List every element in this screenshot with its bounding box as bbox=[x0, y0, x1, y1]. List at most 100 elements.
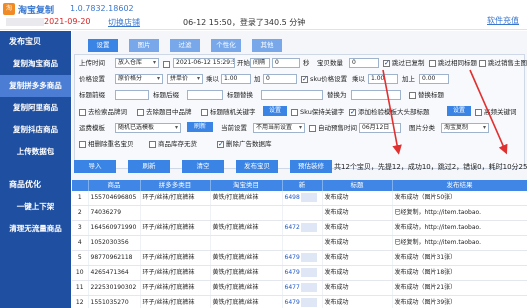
table-row[interactable]: 10 4265471364 环子/丝袜/打底裤袜 黄铁/打底裤/丝袜 6479 发布成功 发… bbox=[72, 265, 527, 282]
switch-store-link[interactable]: 切换店铺 bbox=[108, 17, 140, 28]
current-setting-select[interactable]: 不用当前设置 bbox=[253, 123, 305, 133]
interval-mode-field[interactable]: 间隔 bbox=[250, 58, 270, 68]
table-row[interactable]: 4 1052030356 发布成功 已经复制，http://item.taobao. bbox=[72, 235, 527, 252]
replace-title-option[interactable]: 替换标题 bbox=[409, 90, 444, 100]
out-of-stock-option[interactable]: 商品库存无货 bbox=[149, 139, 197, 149]
delete-duplicate-checkbox[interactable] bbox=[79, 140, 86, 148]
user-info: 2021-09-20 bbox=[6, 17, 91, 26]
sidebar-item-copy-douyin[interactable]: 复制抖店商品 bbox=[0, 119, 71, 141]
keyword-settings-button[interactable]: 设置 bbox=[263, 106, 287, 116]
col-index-header[interactable] bbox=[72, 180, 89, 191]
price-base-select[interactable]: 拼单价 bbox=[167, 74, 203, 84]
replace-title-checkbox[interactable] bbox=[409, 91, 416, 99]
sku-keyword-option[interactable]: Sku保持关键字 bbox=[291, 107, 344, 117]
upload-mode-select[interactable]: 放入仓库 bbox=[115, 58, 159, 68]
header-template-checkbox[interactable] bbox=[349, 107, 356, 117]
sku-multiply-field[interactable]: 1.00 bbox=[368, 74, 398, 84]
refresh-template-button[interactable]: 刷新 bbox=[187, 122, 213, 132]
sku-add-field[interactable]: 0.00 bbox=[419, 74, 449, 84]
tab-settings[interactable]: 设置 bbox=[88, 39, 118, 52]
table-row[interactable]: 11 222530190302 环子/丝袜/打底裤袜 黄铁/打底裤/丝袜 6477 发布成… bbox=[72, 280, 527, 297]
tab-images[interactable]: 图片 bbox=[129, 39, 159, 52]
jump-copied-checkbox[interactable] bbox=[383, 58, 390, 68]
auto-presale-checkbox[interactable] bbox=[309, 124, 316, 132]
col-goods-header[interactable]: 商品 bbox=[88, 180, 141, 191]
multiply-field[interactable]: 1.00 bbox=[221, 74, 251, 84]
sku-price-option[interactable]: sku价格设置 bbox=[301, 74, 347, 84]
header-template-option[interactable]: 添加检验模板大头部标题 bbox=[349, 107, 430, 117]
publish-button[interactable]: 发布宝贝 bbox=[236, 160, 278, 173]
delete-ads-checkbox[interactable] bbox=[217, 139, 224, 149]
clear-button[interactable]: 清空 bbox=[182, 160, 224, 173]
remove-brand-option[interactable]: 去除题目中品牌 bbox=[137, 107, 192, 117]
hot-keyword-checkbox[interactable] bbox=[475, 108, 482, 116]
refresh-button[interactable]: 刷新 bbox=[128, 160, 170, 173]
quantity-field[interactable]: 0 bbox=[349, 58, 379, 68]
upload-time-field[interactable]: 2021-06-12 15:29:50 bbox=[173, 58, 235, 68]
delete-ads-option[interactable]: 删除广告数据库 bbox=[217, 139, 272, 149]
import-button[interactable]: 导入 bbox=[74, 160, 116, 173]
tab-other[interactable]: 其他 bbox=[252, 39, 282, 52]
upload-time-checkbox[interactable] bbox=[163, 60, 170, 68]
row-title: 发布成功 bbox=[322, 220, 393, 237]
row-title-text: 发布成功 bbox=[324, 239, 349, 247]
sidebar-item-clean-no-traffic[interactable]: 清理无流量商品 bbox=[0, 218, 71, 240]
delete-duplicate-option[interactable]: 相删除重名宝贝 bbox=[79, 139, 134, 149]
remove-brand-checkbox[interactable] bbox=[137, 108, 144, 116]
hot-keyword-option[interactable]: 高频关键词 bbox=[475, 107, 517, 117]
interval-field[interactable]: 0 bbox=[272, 58, 300, 68]
title-prefix-field[interactable] bbox=[115, 90, 149, 100]
freight-template-select[interactable]: 随机已选模板 bbox=[115, 123, 181, 133]
sku-keyword-checkbox[interactable] bbox=[291, 108, 298, 116]
col-pdd-category-header[interactable]: 拼多多类目 bbox=[140, 180, 211, 191]
table-row[interactable]: 2 74036279 发布成功 已经复制，http://item.taobao. bbox=[72, 205, 527, 222]
brand-word-option[interactable]: 去检索品牌词 bbox=[79, 107, 127, 117]
row-title: 发布成功 bbox=[322, 250, 393, 267]
out-of-stock-checkbox[interactable] bbox=[149, 140, 156, 148]
tab-personalize[interactable]: 个性化 bbox=[211, 39, 241, 52]
estimate-button[interactable]: 预估装修 bbox=[290, 160, 332, 173]
tab-filter[interactable]: 过滤 bbox=[170, 39, 200, 52]
sidebar-item-copy-alibaba[interactable]: 复制阿里商品 bbox=[0, 97, 71, 119]
table-row[interactable]: 3 164560971990 环子/丝袜/打底裤袜 黄铁/打底裤/丝袜 6472 发布成功… bbox=[72, 220, 527, 237]
col-taobao-category-header[interactable]: 淘宝类目 bbox=[210, 180, 283, 191]
presale-date-field[interactable]: 06月12日 bbox=[359, 123, 401, 133]
upload-time-label: 上传时间 bbox=[79, 59, 105, 67]
row-pdd-category bbox=[140, 205, 211, 222]
sku-keyword-label: Sku保持关键字 bbox=[300, 108, 345, 116]
col-result-header[interactable]: 发布结果 bbox=[392, 180, 527, 191]
table-row[interactable]: 1 155704696805 环子/丝袜/打底裤袜 黄铁/打底裤/丝袜 6498 发布成功… bbox=[72, 191, 527, 207]
brand-word-checkbox[interactable] bbox=[79, 108, 86, 116]
jump-main-image-checkbox[interactable] bbox=[479, 59, 486, 67]
sku-price-checkbox[interactable] bbox=[301, 74, 308, 84]
replace-with-label: 替换为 bbox=[327, 91, 347, 99]
jump-main-image-option[interactable]: 跳过销售主图 bbox=[479, 58, 527, 68]
row-result-text: 发布成功（图片39张） bbox=[394, 299, 457, 307]
title-prefix-label: 标题前缀 bbox=[79, 91, 105, 99]
jump-same-title-option[interactable]: 跳过相同标题 bbox=[429, 58, 477, 68]
jump-same-title-checkbox[interactable] bbox=[429, 59, 436, 67]
image-category-select[interactable]: 淘宝复制 bbox=[441, 123, 489, 133]
row-taobao-category-text: 黄铁/打底裤/丝袜 bbox=[212, 224, 259, 232]
add-field[interactable]: 0 bbox=[263, 74, 297, 84]
random-keyword-option[interactable]: 标题随机关键字 bbox=[201, 107, 256, 117]
random-keyword-checkbox[interactable] bbox=[201, 108, 208, 116]
sidebar-item-listing-toggle[interactable]: 一键上下架 bbox=[0, 196, 71, 218]
col-title-header[interactable]: 标题 bbox=[322, 180, 393, 191]
template-settings-button[interactable]: 设置 bbox=[447, 106, 471, 116]
title-suffix-field[interactable] bbox=[187, 90, 223, 100]
jump-copied-option[interactable]: 跳过已复制 bbox=[383, 58, 425, 68]
row-result-text: 发布成功（图片50张） bbox=[394, 194, 457, 202]
title-replace-field[interactable] bbox=[261, 90, 323, 100]
auto-presale-option[interactable]: 自动预售时间 bbox=[309, 123, 357, 133]
table-row[interactable]: 12 1551035270 环子/丝袜/打底裤袜 黄铁/打底裤/丝袜 6479 发布成功 发… bbox=[72, 295, 527, 308]
sidebar-item-copy-pdd[interactable]: 复制拼多多商品 bbox=[0, 75, 71, 97]
price-mode-select[interactable]: 原价格分 bbox=[115, 74, 163, 84]
software-recharge-link[interactable]: 软件充值 bbox=[487, 15, 519, 26]
col-new-header[interactable]: 新 bbox=[282, 180, 323, 191]
replace-title-label: 替换标题 bbox=[418, 91, 444, 99]
table-row[interactable]: 5 98770962118 环子/丝袜/打底裤袜 黄铁/打底裤/丝袜 6479 发布成功 发… bbox=[72, 250, 527, 267]
sidebar-item-copy-taobao[interactable]: 复制淘宝商品 bbox=[0, 53, 71, 75]
sidebar-item-upload-package[interactable]: 上传数据包 bbox=[0, 141, 71, 163]
replace-with-field[interactable] bbox=[351, 90, 401, 100]
